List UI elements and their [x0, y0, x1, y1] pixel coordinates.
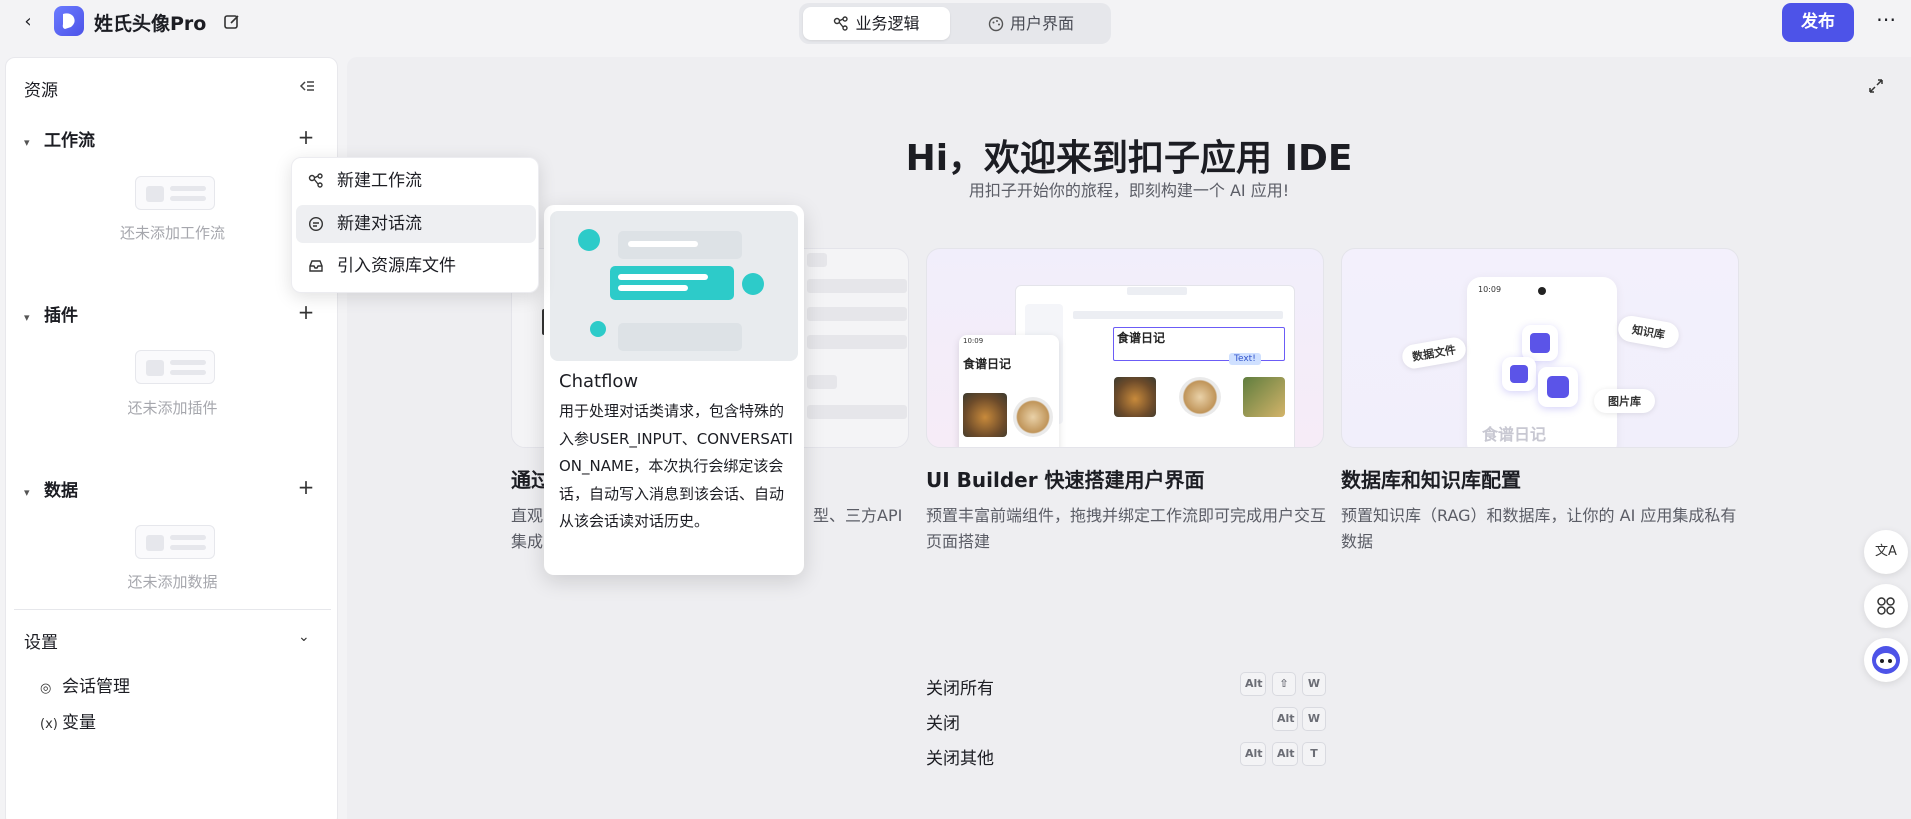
key-cap: Alt — [1240, 672, 1266, 696]
view-switcher: 业务逻辑 用户界面 — [799, 3, 1111, 44]
section-plugin[interactable]: ▾ 插件 — [24, 301, 78, 326]
card-database-desc: 预置知识库（RAG）和数据库，让你的 AI 应用集成私有数据 — [1341, 506, 1737, 551]
key-cap: Alt — [1272, 707, 1298, 731]
workflow-icon — [834, 16, 849, 31]
chat-settings-icon: ◎ — [40, 681, 52, 696]
chatflow-illustration — [550, 211, 798, 361]
shortcut-close-others: 关闭其他 Alt Alt T — [926, 740, 1326, 770]
apps-grid-icon[interactable] — [1864, 584, 1908, 628]
edit-icon[interactable] — [222, 12, 242, 32]
back-arrow-icon[interactable]: ‹ — [16, 10, 40, 34]
sidebar-title: 资源 — [24, 81, 58, 101]
preview-heading: 食谱日记 — [1117, 331, 1166, 345]
menu-item-import-library[interactable]: 引入资源库文件 — [296, 247, 536, 285]
tab-business-logic[interactable]: 业务逻辑 — [803, 7, 950, 40]
chip-knowledge: 知识库 — [1616, 313, 1681, 351]
key-cap: Alt — [1272, 742, 1298, 766]
empty-placeholder-icon — [135, 350, 215, 384]
variable-icon: (x) — [40, 717, 58, 732]
preview-status-time: 10:09 — [963, 337, 984, 345]
key-cap: W — [1302, 672, 1326, 696]
preview-heading: 食谱日记 — [1482, 425, 1547, 444]
menu-item-new-chatflow[interactable]: 新建对话流 — [296, 205, 536, 243]
divider — [14, 609, 331, 610]
shortcut-close-all: 关闭所有 Alt ⇧ W — [926, 670, 1326, 700]
empty-workflow-text: 还未添加工作流 — [119, 224, 225, 242]
empty-plugin-text: 还未添加插件 — [127, 399, 218, 417]
tab-label: 业务逻辑 — [855, 14, 920, 33]
settings-header[interactable]: 设置 — [24, 628, 58, 653]
menu-item-label: 新建工作流 — [337, 171, 422, 191]
settings-item-variable[interactable]: (x) 变量 — [40, 708, 96, 733]
expand-icon[interactable] — [1867, 77, 1885, 95]
desc-fragment: 直观 — [511, 506, 544, 525]
empty-placeholder-icon — [135, 525, 215, 559]
more-icon[interactable]: ⋯ — [1872, 6, 1900, 36]
chip-image-lib: 图片库 — [1594, 389, 1655, 413]
key-cap: ⇧ — [1272, 672, 1296, 696]
card-ui-builder-title: UI Builder 快速搭建用户界面 — [926, 468, 1205, 492]
shortcut-close: 关闭 Alt W — [926, 705, 1326, 735]
settings-item-label: 变量 — [62, 713, 96, 733]
shortcut-label: 关闭所有 — [926, 679, 994, 699]
app-title: 姓氏头像Pro — [94, 13, 207, 35]
empty-placeholder-icon — [135, 176, 215, 210]
settings-item-conversation[interactable]: ◎ 会话管理 — [40, 672, 130, 697]
hero-title: Hi，欢迎来到扣子应用 IDE — [905, 138, 1353, 179]
translate-icon[interactable]: 文A — [1864, 530, 1908, 574]
section-label: 插件 — [44, 306, 78, 326]
empty-data-text: 还未添加数据 — [127, 573, 218, 591]
publish-button[interactable]: 发布 — [1782, 3, 1854, 42]
hero-subtitle: 用扣子开始你的旅程，即刻构建一个 AI 应用! — [968, 181, 1290, 200]
add-workflow-button[interactable]: + — [296, 127, 316, 148]
shortcut-label: 关闭其他 — [926, 749, 994, 769]
tooltip-description: 用于处理对话类请求，包含特殊的入参USER_INPUT、CONVERSATION… — [559, 402, 793, 530]
key-cap: Alt — [1240, 742, 1266, 766]
menu-item-label: 新建对话流 — [337, 214, 422, 234]
tab-label: 用户界面 — [1009, 14, 1074, 33]
chatflow-icon — [308, 216, 324, 232]
resource-sidebar: 资源 ▾ 工作流 + 还未添加工作流 ▾ 插件 + 还未添加插件 ▾ 数据 + 还未添… — [5, 57, 338, 819]
chevron-down-icon: ▾ — [24, 486, 30, 499]
add-workflow-menu: 新建工作流 新建对话流 引入资源库文件 — [291, 157, 539, 293]
card-ui-builder-image[interactable]: 食谱日记 Text! 10:09 食谱日记 — [926, 248, 1324, 448]
tab-user-interface[interactable]: 用户界面 — [957, 7, 1105, 40]
section-data[interactable]: ▾ 数据 — [24, 476, 78, 501]
add-plugin-button[interactable]: + — [296, 302, 316, 323]
app-logo — [54, 6, 84, 36]
chevron-down-icon: ▾ — [24, 136, 30, 149]
key-cap: W — [1302, 707, 1326, 731]
card-database-title: 数据库和知识库配置 — [1341, 468, 1521, 492]
preview-badge: Text! — [1229, 353, 1261, 365]
chatflow-tooltip: Chatflow 用于处理对话类请求，包含特殊的入参USER_INPUT、CON… — [544, 205, 804, 575]
palette-icon — [988, 16, 1004, 32]
section-label: 数据 — [44, 481, 78, 501]
card-ui-builder-desc: 预置丰富前端组件，拖拽并绑定工作流即可完成用户交互页面搭建 — [926, 506, 1327, 551]
library-icon — [309, 260, 323, 272]
chip-data-file: 数据文件 — [1400, 335, 1468, 371]
preview-status-time: 10:09 — [1478, 285, 1502, 294]
tooltip-title: Chatflow — [559, 371, 639, 392]
card-database-image[interactable]: 10:09 食谱日记 数据文件 知识库 图片库 — [1341, 248, 1739, 448]
section-workflow[interactable]: ▾ 工作流 — [24, 126, 95, 151]
settings-item-label: 会话管理 — [62, 677, 130, 697]
section-label: 工作流 — [44, 131, 95, 151]
shortcut-label: 关闭 — [926, 714, 960, 734]
top-bar: ‹ 姓氏头像Pro 业务逻辑 用户界面 发布 ⋯ — [0, 0, 1911, 46]
chevron-down-icon[interactable]: ⌄ — [298, 629, 310, 645]
add-data-button[interactable]: + — [296, 477, 316, 498]
chevron-down-icon: ▾ — [24, 311, 30, 324]
workflow-icon — [308, 173, 323, 188]
desc-fragment: 型、三方API — [813, 506, 903, 525]
preview-heading: 食谱日记 — [963, 357, 1012, 371]
key-cap: T — [1302, 742, 1326, 766]
menu-item-new-workflow[interactable]: 新建工作流 — [296, 162, 536, 200]
assistant-bot-icon[interactable] — [1864, 638, 1908, 682]
collapse-sidebar-icon[interactable] — [298, 78, 316, 94]
menu-item-label: 引入资源库文件 — [337, 256, 456, 276]
